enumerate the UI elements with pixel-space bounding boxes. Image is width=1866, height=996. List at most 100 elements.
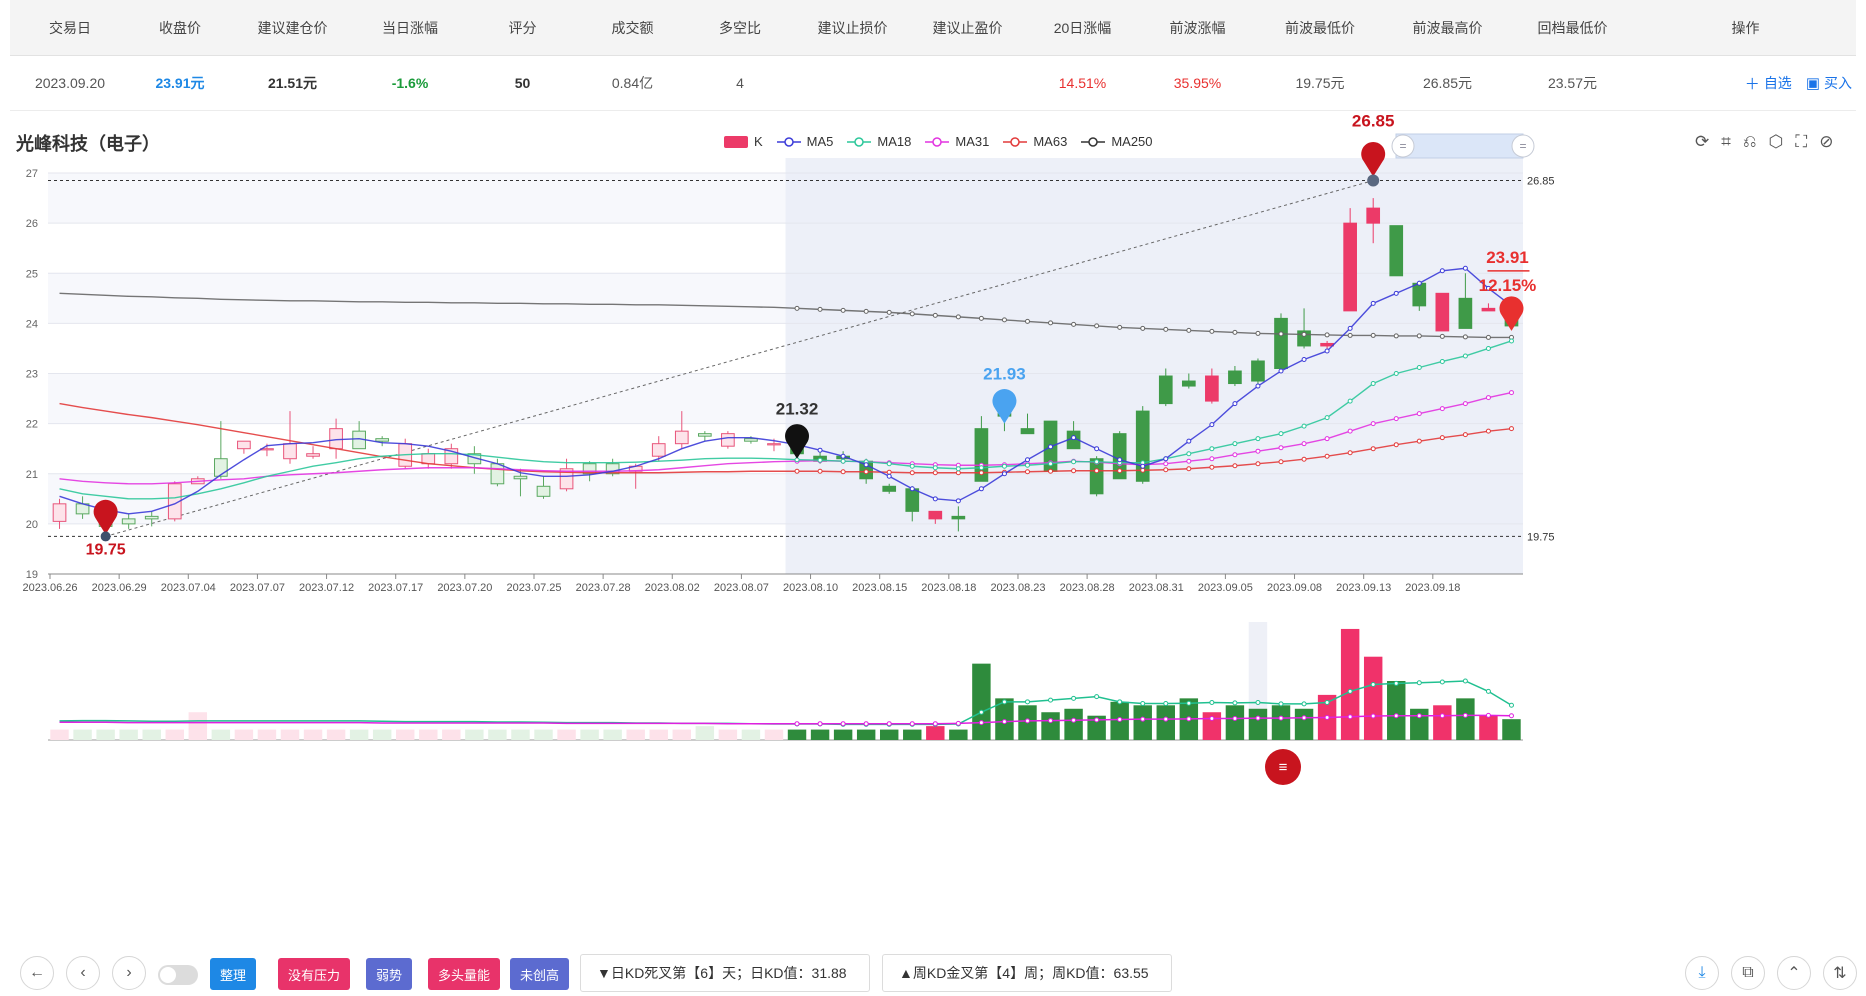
- summary-table: 交易日 收盘价 建议建仓价 当日涨幅 评分 成交额 多空比 建议止损价 建议止盈…: [10, 0, 1856, 111]
- display-toggle[interactable]: [158, 965, 198, 985]
- zoom-slider-window: [1395, 133, 1524, 159]
- ma250-point: [955, 314, 961, 320]
- kline-chart[interactable]: 19 20 21 22 23 24 25 26 27 2023.06.26 2023.06.29 20…: [0, 110, 1866, 950]
- ma5-point: [1439, 268, 1445, 274]
- x-tick-label: 2023.08.23: [990, 582, 1045, 594]
- volume-ma-fast-point: [1439, 679, 1445, 685]
- volume-bar: [326, 729, 346, 740]
- volume-ma-slow-point: [1094, 717, 1100, 723]
- volume-bar: [926, 726, 945, 740]
- ma18-point: [955, 466, 961, 472]
- volume-ma-slow-point: [1324, 714, 1330, 720]
- ma63-point: [1347, 450, 1353, 456]
- volume-ma-fast-point: [1278, 701, 1284, 707]
- ma31-point: [1370, 421, 1376, 427]
- cell-actions: ＋自选 ▣ 买入: [1635, 56, 1856, 110]
- ma5-point: [955, 498, 961, 504]
- x-tick-label: 2023.07.12: [299, 582, 354, 594]
- sort-button[interactable]: ⇅: [1823, 956, 1857, 990]
- x-tick-label: 2023.08.31: [1129, 582, 1184, 594]
- ma18-point: [1186, 451, 1192, 457]
- y-tick-label: 26: [26, 218, 38, 230]
- candle-body: [1251, 360, 1265, 382]
- ma63-point: [1485, 428, 1491, 434]
- ma18-point: [886, 461, 892, 467]
- ma18-point: [1301, 423, 1307, 429]
- volume-ma-fast-point: [1048, 697, 1054, 703]
- mark-b-label: 21.93: [983, 365, 1026, 384]
- volume-ma-fast-point: [1393, 680, 1399, 686]
- ma5-point: [1094, 446, 1100, 452]
- ma250-point: [1094, 323, 1100, 329]
- x-tick-label: 2023.09.13: [1336, 582, 1391, 594]
- cell-turnover: 0.84亿: [611, 75, 654, 91]
- candle-body: [421, 453, 436, 465]
- tag-no-resistance[interactable]: 没有压力: [278, 958, 351, 990]
- ma250-point: [1048, 320, 1054, 326]
- buy-button[interactable]: ▣ 买入: [1806, 73, 1852, 93]
- y-tick-label: 25: [26, 268, 38, 280]
- candle-body: [1205, 375, 1219, 402]
- low-pin: [93, 499, 118, 535]
- volume-bar: [96, 729, 115, 740]
- download-button[interactable]: ⤓: [1685, 956, 1719, 990]
- ma63-point: [932, 470, 938, 476]
- ma5-point: [1048, 444, 1054, 450]
- volume-bar: [741, 729, 761, 740]
- ma5-point: [1209, 422, 1215, 428]
- ma18-point: [1462, 353, 1468, 359]
- volume-ma-fast-point: [1370, 681, 1376, 687]
- tag-consolidation[interactable]: 整理: [210, 958, 257, 990]
- buy-icon: ▣: [1805, 75, 1820, 92]
- back-button[interactable]: ←: [20, 956, 54, 990]
- col-take-profit: 建议止盈价: [932, 19, 1003, 36]
- candle-body: [1389, 225, 1404, 277]
- ma63-point: [1324, 453, 1330, 459]
- candle-body: [52, 503, 67, 522]
- low-value-label: 19.75: [86, 541, 126, 558]
- candle-body: [697, 433, 712, 437]
- volume-ma-slow-point: [863, 721, 869, 727]
- ma63-point: [1416, 438, 1422, 444]
- volume-ma-fast-point: [1416, 680, 1422, 686]
- copy-button[interactable]: ⧉: [1731, 956, 1765, 990]
- watchlist-button[interactable]: ＋自选: [1745, 73, 1792, 94]
- ma250-point: [1416, 333, 1422, 339]
- table-header: 交易日 收盘价 建议建仓价 当日涨幅 评分 成交额 多空比 建议止损价 建议止盈…: [10, 0, 1856, 56]
- ma63-point: [863, 469, 869, 475]
- ma63-point: [1024, 469, 1030, 475]
- scroll-top-button[interactable]: ⌃: [1777, 956, 1811, 990]
- col-day-change: 当日涨幅: [382, 19, 438, 36]
- ma18-point: [909, 463, 915, 469]
- bottom-bar: ← ‹ › 整理 没有压力 弱势 多头量能 未创高 ▼日KD死叉第【6】天；日K…: [0, 950, 1866, 996]
- volume-bar: [396, 729, 415, 740]
- next-button[interactable]: ›: [112, 956, 146, 990]
- ma31-point: [1462, 401, 1468, 407]
- tag-no-new-high[interactable]: 未创高: [510, 958, 570, 990]
- volume-ma-slow-point: [1163, 716, 1169, 722]
- volume-ma-slow-point: [794, 721, 800, 727]
- candle-body: [1481, 307, 1496, 312]
- ma250-point: [1485, 334, 1491, 340]
- candle-body: [1320, 342, 1334, 347]
- col-long-short: 多空比: [719, 19, 761, 36]
- ma31-point: [1209, 456, 1215, 462]
- candle-body: [951, 515, 966, 520]
- ma18-point: [1001, 463, 1007, 469]
- ma18-point: [1439, 358, 1445, 364]
- volume-ma-slow-point: [1393, 713, 1399, 719]
- week-kd-info: ▲周KD金叉第【4】周；周KD值：63.55: [882, 954, 1172, 992]
- volume-bar: [419, 729, 438, 740]
- menu-icon: ≡: [1279, 759, 1288, 776]
- volume-ma-slow: [59, 714, 1512, 725]
- ma5-point: [863, 462, 869, 468]
- tag-weak[interactable]: 弱势: [366, 958, 413, 990]
- ma63-point: [978, 470, 984, 476]
- ma5-point: [1347, 325, 1353, 331]
- ma250-point: [1140, 325, 1146, 331]
- ma250-point: [1163, 326, 1169, 332]
- prev-button[interactable]: ‹: [66, 956, 100, 990]
- volume-bar: [603, 729, 622, 740]
- tag-bull-volume[interactable]: 多头量能: [428, 958, 501, 990]
- ma18-point: [1232, 441, 1238, 447]
